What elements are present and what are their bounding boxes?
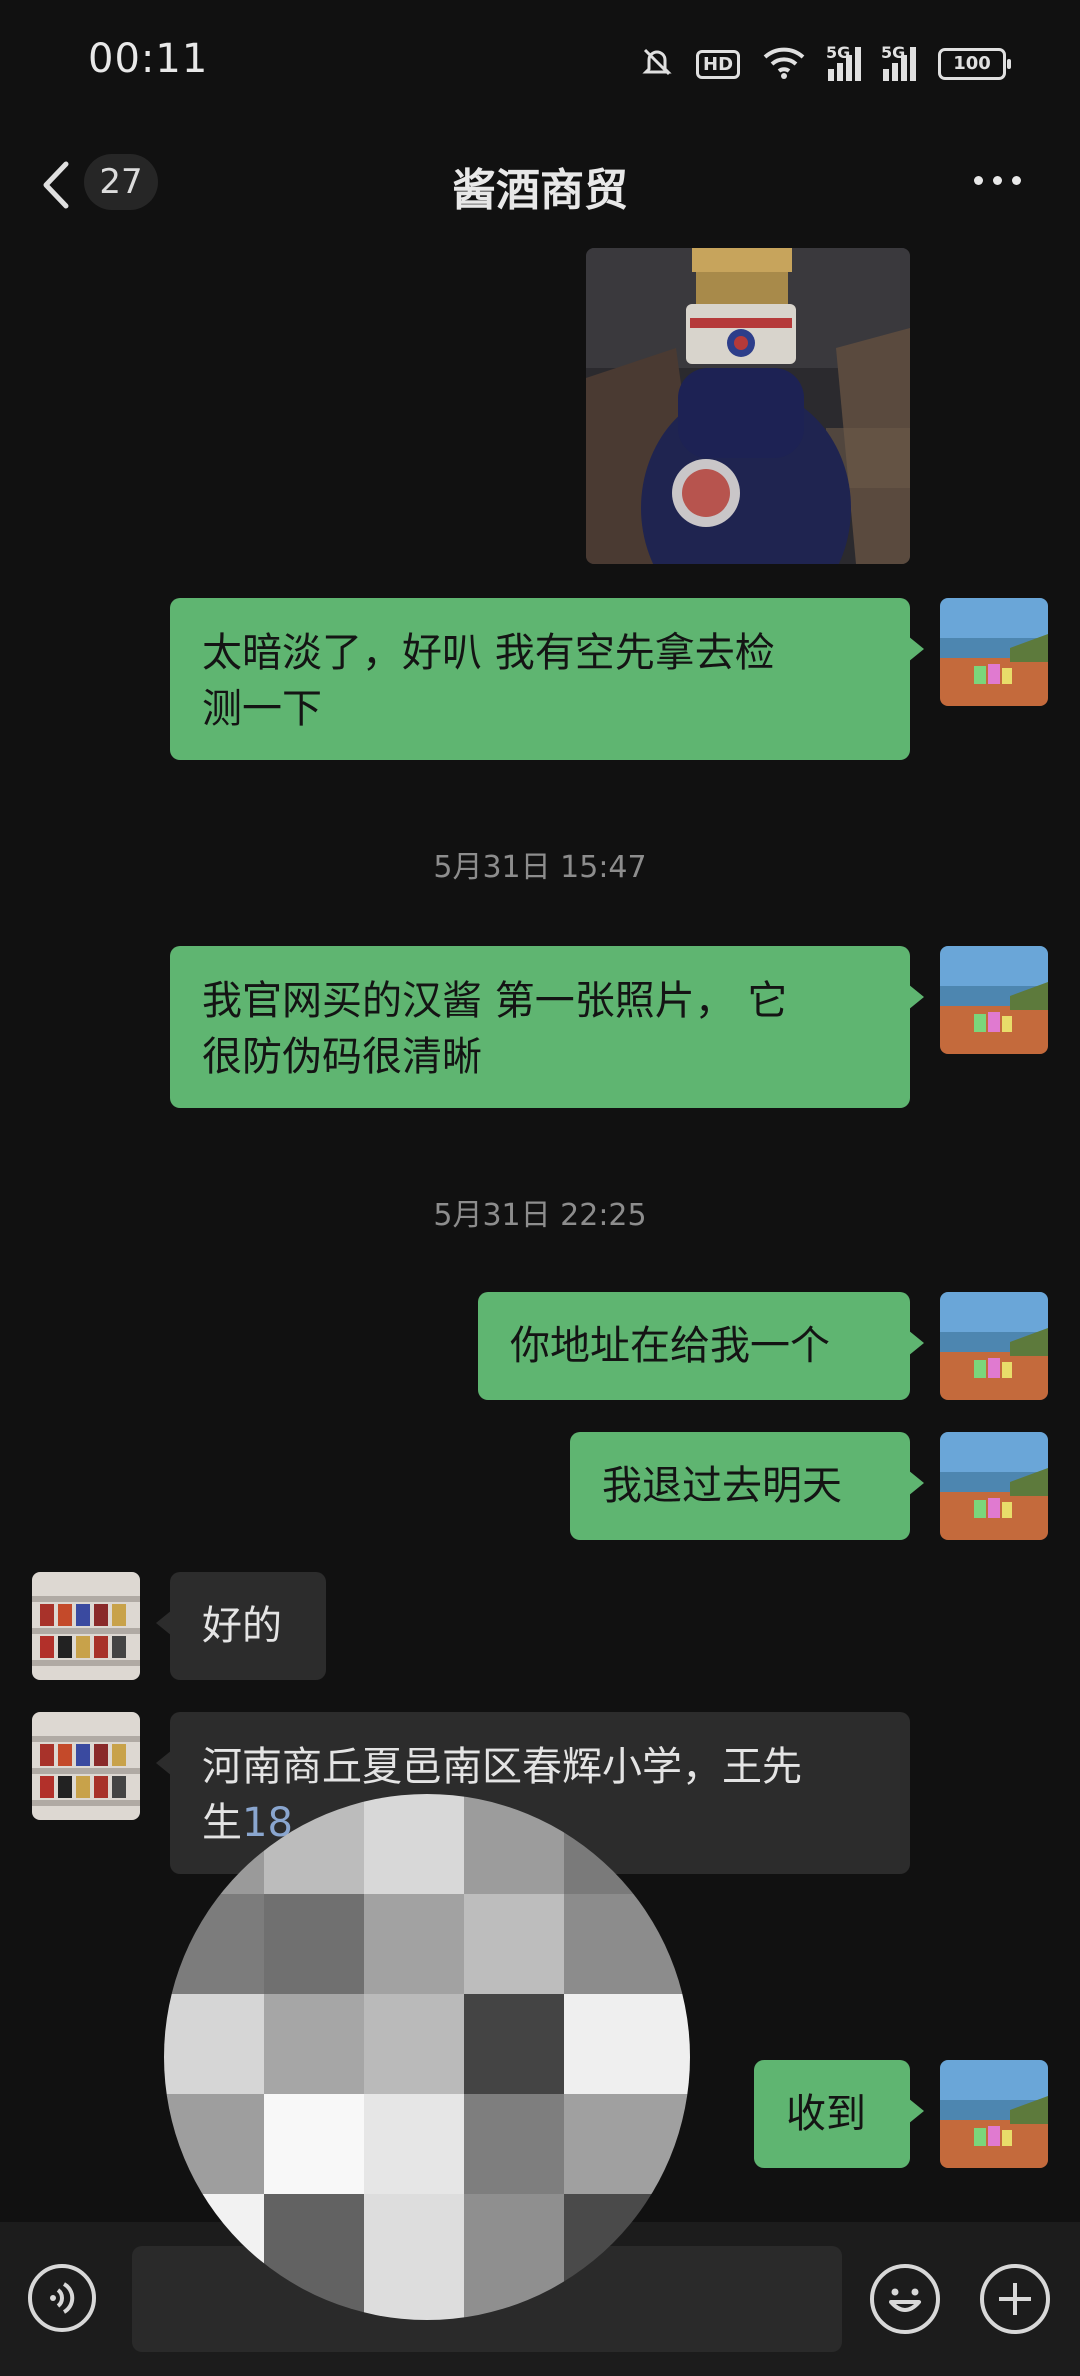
status-time: 00:11: [88, 36, 209, 82]
message-text: 收到: [786, 2091, 866, 2137]
signal-5g-icon: 5G: [826, 43, 862, 81]
message-text: 河南商丘夏邑南区春辉小学，王先: [202, 1744, 802, 1790]
message-text: 测一下: [202, 686, 322, 732]
message-text: 我退过去明天: [602, 1463, 842, 1509]
hd-icon: HD: [696, 49, 741, 79]
contact-avatar[interactable]: [32, 1712, 140, 1820]
plus-button[interactable]: [980, 2264, 1050, 2334]
message-text: 你地址在给我一个: [510, 1323, 830, 1369]
wifi-icon: [762, 45, 806, 83]
my-avatar[interactable]: [940, 2060, 1048, 2168]
my-avatar[interactable]: [940, 1292, 1048, 1400]
signal-5g-icon: 5G: [881, 43, 917, 81]
voice-icon: [50, 2282, 75, 2314]
signal-label: 5G: [881, 43, 906, 62]
plus-icon: [999, 2283, 1031, 2315]
chat-title: 酱酒商贸: [452, 165, 628, 216]
back-button[interactable]: [36, 158, 80, 212]
message-bubble-received[interactable]: 好的: [156, 1572, 326, 1680]
message-text: 生: [202, 1800, 242, 1846]
pixelated-censor-overlay: [164, 1794, 690, 2320]
message-text: 很防伪码很清晰: [202, 1034, 482, 1080]
more-dots-icon[interactable]: [974, 176, 1021, 185]
message-text: 好的: [202, 1603, 282, 1649]
mute-bell-icon: [640, 45, 674, 83]
message-bubble-sent[interactable]: 太暗淡了，好叭 我有空先拿去检 测一下: [170, 598, 924, 760]
message-bubble-sent[interactable]: 你地址在给我一个: [478, 1292, 924, 1400]
chevron-left-icon: [43, 161, 69, 209]
message-bubble-sent[interactable]: 收到: [754, 2060, 924, 2168]
emoji-button[interactable]: [870, 2264, 940, 2334]
message-timestamp: 5月31日 15:47: [433, 850, 647, 885]
voice-button[interactable]: [28, 2264, 96, 2332]
message-text: 我官网买的汉酱 第一张照片， 它: [202, 978, 788, 1024]
my-avatar[interactable]: [940, 598, 1048, 706]
message-bubble-sent[interactable]: 我退过去明天: [570, 1432, 924, 1540]
status-icons: HD 5G 5G 100: [640, 40, 1012, 88]
my-avatar[interactable]: [940, 1432, 1048, 1540]
liquor-bottle-photo[interactable]: [586, 248, 910, 564]
message-text: 太暗淡了，好叭 我有空先拿去检: [202, 630, 775, 676]
message-bubble-sent[interactable]: 我官网买的汉酱 第一张照片， 它 很防伪码很清晰: [170, 946, 924, 1108]
signal-label: 5G: [826, 43, 851, 62]
my-avatar[interactable]: [940, 946, 1048, 1054]
message-timestamp: 5月31日 22:25: [433, 1198, 647, 1233]
unread-count-badge[interactable]: 27: [84, 154, 158, 210]
battery-icon: 100: [938, 48, 1012, 80]
contact-avatar[interactable]: [32, 1572, 140, 1680]
emoji-icon: [889, 2288, 921, 2312]
